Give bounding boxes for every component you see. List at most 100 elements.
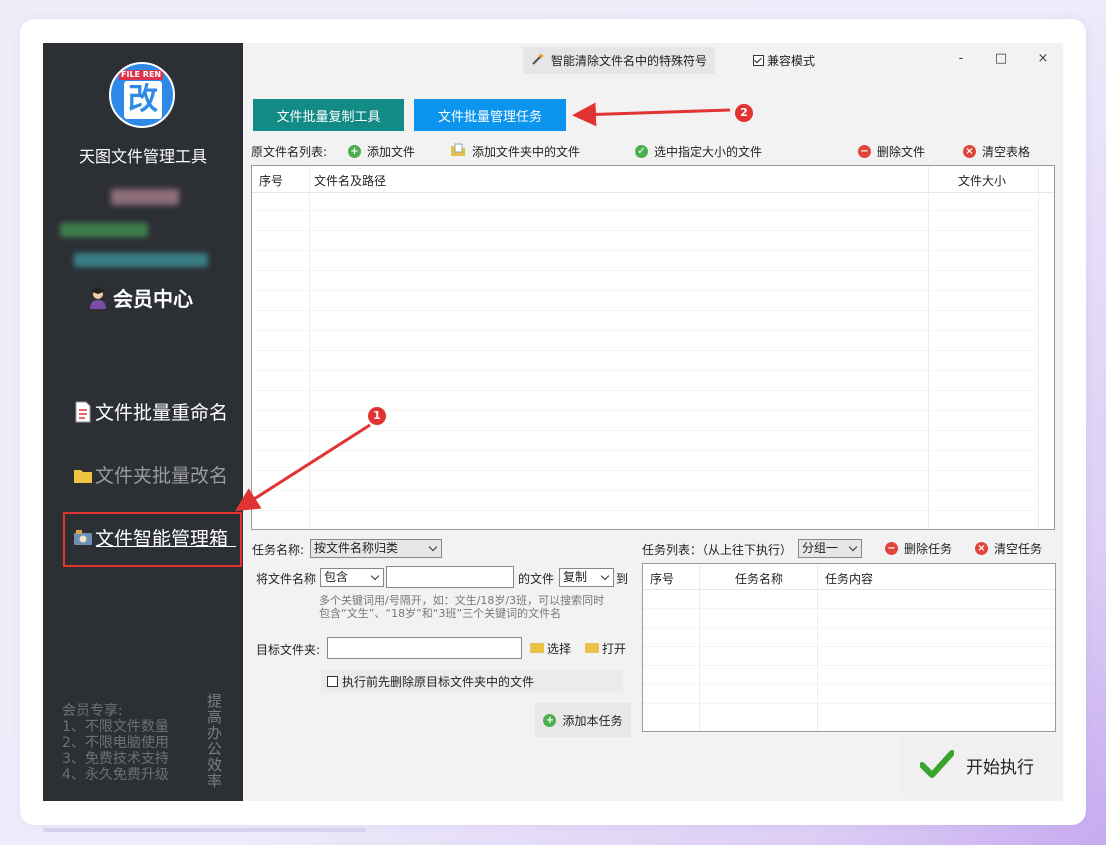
clear-table-label: 清空表格 <box>982 144 1031 159</box>
tab-batch-manage[interactable]: 文件批量管理任务 <box>414 99 566 131</box>
delete-before-checkbox[interactable]: 执行前先删除原目标文件夹中的文件 <box>321 670 623 692</box>
row-divider <box>643 627 1055 628</box>
add-task-button[interactable]: + 添加本任务 <box>535 703 631 737</box>
app-logo-icon: FILE REN 改 <box>109 62 175 128</box>
perk-item: 2、不限电脑使用 <box>62 735 169 751</box>
blurred-user-info <box>74 253 208 267</box>
maximize-button[interactable]: □ <box>991 51 1011 66</box>
add-icon: + <box>348 144 361 158</box>
column-divider <box>1038 166 1039 529</box>
row-divider <box>252 230 1036 231</box>
hint-line: 包含“文生”、“18岁”和“3班”三个关键词的文件名 <box>319 607 562 620</box>
open-label: 打开 <box>602 641 627 656</box>
file-table[interactable]: 序号 文件名及路径 文件大小 <box>251 165 1055 530</box>
add-file-button[interactable]: + 添加文件 <box>348 143 415 160</box>
sidebar: FILE REN 改 天图文件管理工具 会员中心 文件批量重命名 文件夹批量改名… <box>43 43 243 801</box>
open-folder-button[interactable]: 打开 <box>585 637 626 659</box>
row-divider <box>643 608 1055 609</box>
file-list-label: 原文件名列表: <box>251 144 328 159</box>
vip-center-link[interactable]: 会员中心 <box>87 283 193 312</box>
add-folder-files-button[interactable]: 添加文件夹中的文件 <box>450 143 580 160</box>
perk-item: 4、永久免费升级 <box>62 767 169 783</box>
row-divider <box>643 589 1055 590</box>
select-by-size-button[interactable]: ✓ 选中指定大小的文件 <box>635 143 762 160</box>
folder-icon <box>530 643 544 653</box>
column-header: 序号 <box>259 174 284 188</box>
perks-title: 会员专享: <box>62 703 123 719</box>
close-circle-icon: × <box>963 144 976 158</box>
column-header: 文件名及路径 <box>314 174 387 188</box>
delete-file-label: 删除文件 <box>877 144 926 159</box>
perk-item: 1、不限文件数量 <box>62 719 169 735</box>
vip-avatar-icon <box>87 286 109 310</box>
start-run-label: 开始执行 <box>966 757 1034 778</box>
add-icon: + <box>543 713 557 727</box>
clear-special-chars-button[interactable]: 智能清除文件名中的特殊符号 <box>523 47 716 74</box>
group-select[interactable]: 分组一 <box>798 539 862 558</box>
start-run-button[interactable]: 开始执行 <box>900 736 1056 794</box>
task-name-select[interactable]: 按文件名称归类 <box>310 539 442 558</box>
checkmark-icon <box>919 749 955 782</box>
add-task-label: 添加本任务 <box>562 713 623 728</box>
choose-label: 选择 <box>547 641 572 656</box>
document-icon <box>73 401 93 423</box>
checkbox-icon <box>753 55 764 66</box>
operation-select[interactable]: 复制 <box>559 568 614 587</box>
vertical-slogan: 提高办公效率 <box>207 692 223 790</box>
row-divider <box>643 646 1055 647</box>
minus-circle-icon: − <box>885 541 898 555</box>
row-divider <box>252 470 1036 471</box>
row-divider <box>252 210 1036 211</box>
row-divider <box>252 430 1036 431</box>
row-divider <box>643 665 1055 666</box>
match-mode-select[interactable]: 包含 <box>320 568 384 587</box>
column-divider <box>928 166 929 529</box>
blurred-user-info <box>60 223 148 237</box>
task-list-label: 任务列表：（从上往下执行） <box>642 543 793 557</box>
column-divider <box>309 166 310 529</box>
keyword-input[interactable] <box>386 566 514 588</box>
clear-tasks-label: 清空任务 <box>994 541 1043 556</box>
minimize-button[interactable]: - <box>951 51 971 66</box>
close-button[interactable]: × <box>1033 51 1053 66</box>
row-divider <box>643 703 1055 704</box>
app-name: 天图文件管理工具 <box>78 147 207 166</box>
sidebar-item-label: 文件夹批量改名 <box>95 465 229 487</box>
delete-before-label: 执行前先删除原目标文件夹中的文件 <box>342 674 535 689</box>
sidebar-item-folder-rename[interactable]: 文件夹批量改名 <box>73 461 228 488</box>
target-folder-input[interactable] <box>327 637 522 659</box>
row-divider <box>252 510 1036 511</box>
annotation-marker-2: 2 <box>735 104 753 122</box>
compat-mode-checkbox[interactable]: 兼容模式 <box>753 52 815 69</box>
tab-batch-copy[interactable]: 文件批量复制工具 <box>253 99 404 131</box>
folder-icon <box>73 464 93 486</box>
target-folder-label: 目标文件夹: <box>256 643 321 657</box>
compat-mode-label: 兼容模式 <box>767 54 816 68</box>
perks-list: 会员专享: 1、不限文件数量 2、不限电脑使用 3、免费技术支持 4、永久免费升… <box>62 703 169 783</box>
column-header: 序号 <box>650 572 675 586</box>
choose-folder-button[interactable]: 选择 <box>530 637 571 659</box>
decorative-underline <box>43 828 366 832</box>
file-suffix-label: 的文件 <box>518 572 555 586</box>
row-divider <box>252 330 1036 331</box>
row-divider <box>252 390 1036 391</box>
clear-table-button[interactable]: × 清空表格 <box>963 143 1030 160</box>
clear-tasks-button[interactable]: × 清空任务 <box>975 537 1042 559</box>
check-circle-icon: ✓ <box>635 144 648 158</box>
logo-char: 改 <box>124 81 162 119</box>
perk-item: 3、免费技术支持 <box>62 751 169 767</box>
sidebar-item-batch-rename[interactable]: 文件批量重命名 <box>73 398 228 425</box>
row-divider <box>252 350 1036 351</box>
column-header: 文件大小 <box>958 174 1007 188</box>
keyword-hint: 多个关键词用/号隔开，如：文生/18岁/3班，可以搜索同时 包含“文生”、“18… <box>319 594 639 620</box>
delete-file-button[interactable]: − 删除文件 <box>858 143 925 160</box>
row-divider <box>252 270 1036 271</box>
checkbox-icon <box>327 675 338 687</box>
task-table[interactable]: 序号 任务名称 任务内容 <box>642 563 1056 732</box>
close-circle-icon: × <box>975 541 988 555</box>
delete-task-button[interactable]: − 删除任务 <box>885 537 952 559</box>
row-divider <box>252 490 1036 491</box>
add-file-label: 添加文件 <box>367 144 416 159</box>
select-by-size-label: 选中指定大小的文件 <box>654 144 763 159</box>
column-header: 任务名称 <box>735 572 784 586</box>
